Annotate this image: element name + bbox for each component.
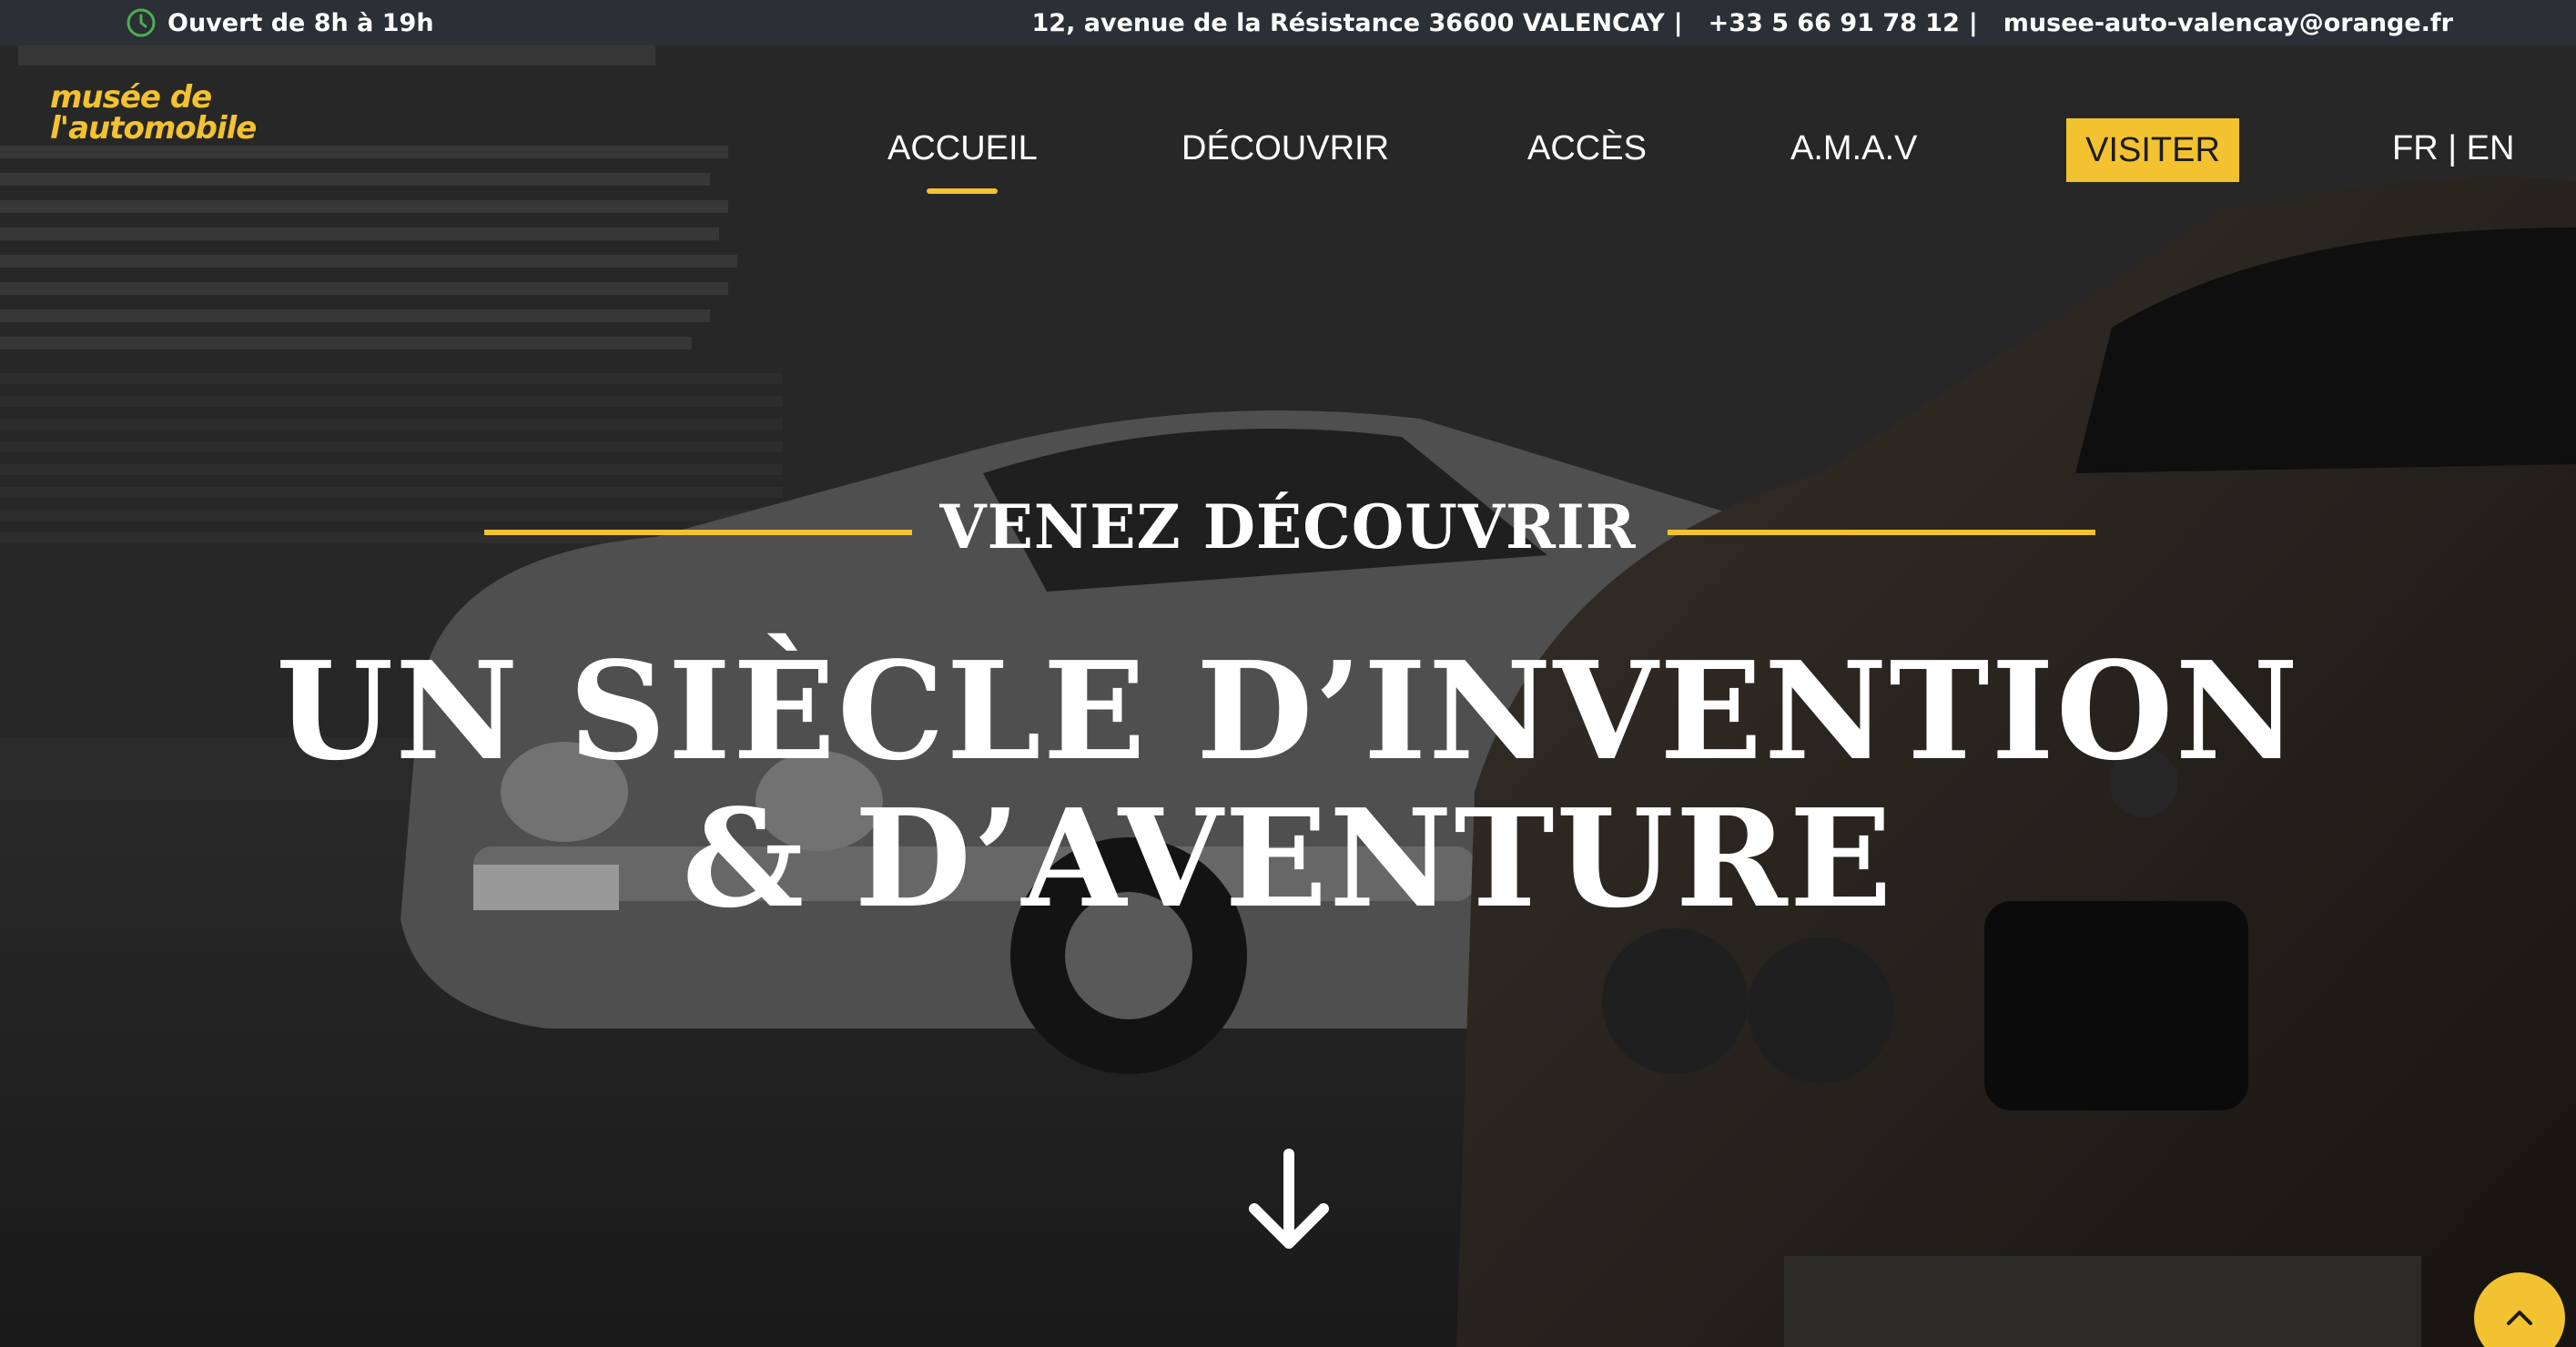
decorative-line-right <box>1668 530 2095 535</box>
nav-item-acces[interactable]: ACCÈS <box>1527 129 1647 168</box>
visiter-button[interactable]: VISITER <box>2066 118 2239 182</box>
clock-icon <box>127 8 156 37</box>
nav-item-decouvrir[interactable]: DÉCOUVRIR <box>1182 129 1389 168</box>
email-link[interactable]: musee-auto-valencay@orange.fr <box>2003 9 2453 37</box>
separator: | <box>1968 8 1978 37</box>
arrow-down-icon[interactable] <box>1245 1147 1333 1256</box>
contact-info: 12, avenue de la Résistance 36600 VALENC… <box>1032 0 2453 46</box>
page: Ouvert de 8h à 19h 12, avenue de la Rési… <box>0 0 2576 1347</box>
hero-headline-line-1: UN SIÈCLE D’INVENTION <box>276 632 2300 790</box>
separator: | <box>1673 8 1683 37</box>
main-navigation: ACCUEIL DÉCOUVRIR ACCÈS A.M.A.V VISITER … <box>0 118 2576 182</box>
phone-link[interactable]: +33 5 66 91 78 12 <box>1709 9 1960 37</box>
opening-hours-text: Ouvert de 8h à 19h <box>167 8 434 37</box>
opening-hours: Ouvert de 8h à 19h <box>126 0 434 46</box>
address-text: 12, avenue de la Résistance 36600 VALENC… <box>1031 8 1665 37</box>
eyebrow-row: VENEZ DÉCOUVRIR <box>0 491 2576 573</box>
top-info-bar: Ouvert de 8h à 19h 12, avenue de la Rési… <box>0 0 2576 46</box>
nav-item-accueil[interactable]: ACCUEIL <box>887 129 1038 168</box>
language-switcher[interactable]: FR | EN <box>2392 129 2514 168</box>
decorative-line-left <box>484 530 912 535</box>
hero-text: VENEZ DÉCOUVRIR UN SIÈCLE D’INVENTION & … <box>0 491 2576 932</box>
logo-line-1: musée de <box>50 79 212 116</box>
hero-eyebrow: VENEZ DÉCOUVRIR <box>939 491 1637 562</box>
nav-item-amav[interactable]: A.M.A.V <box>1790 129 1917 168</box>
hero-headline-line-2: & D’AVENTURE <box>682 779 1894 937</box>
chevron-up-icon <box>2507 1311 2532 1325</box>
